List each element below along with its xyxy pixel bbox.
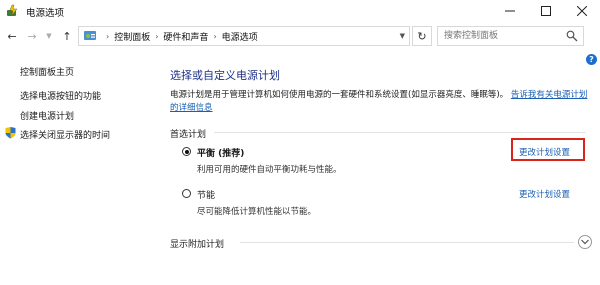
page-title: 选择或自定义电源计划	[170, 69, 280, 82]
breadcrumb-separator: ›	[106, 31, 110, 41]
breadcrumb-power-options[interactable]: 电源选项	[222, 30, 258, 43]
title-bar: 电源选项	[0, 0, 600, 22]
chevron-down-icon: ▼	[46, 32, 52, 40]
search-input[interactable]	[438, 27, 558, 45]
preferred-plans-heading: 首选计划	[170, 130, 207, 140]
shield-icon	[5, 127, 16, 139]
plan-name[interactable]: 平衡 (推荐)	[197, 146, 244, 159]
plan-balanced-radio[interactable]	[182, 147, 191, 156]
help-icon[interactable]: ?	[586, 54, 597, 65]
close-icon	[577, 6, 587, 16]
change-plan-settings-link-power-saver[interactable]: 更改计划设置	[519, 188, 570, 200]
breadcrumb-separator: ›	[155, 31, 159, 41]
minimize-icon	[505, 10, 515, 12]
maximize-icon	[541, 6, 551, 16]
up-button[interactable]: ↑	[60, 29, 74, 43]
description-text: 电源计划是用于管理计算机如何使用电源的一套硬件和系统设置(如显示器亮度、睡眠等)…	[170, 90, 509, 100]
window-title: 电源选项	[26, 8, 65, 19]
minimize-button[interactable]	[492, 0, 528, 22]
plan-description: 利用可用的硬件自动平衡功耗与性能。	[197, 165, 342, 175]
breadcrumb-hardware-sound[interactable]: 硬件和声音	[163, 30, 208, 43]
breadcrumb-control-panel[interactable]: 控制面板	[114, 30, 150, 43]
breadcrumb-separator: ›	[213, 31, 217, 41]
chevron-down-icon	[581, 239, 589, 245]
expand-additional-plans-button[interactable]	[578, 235, 592, 249]
navigation-bar: ← → ▼ ↑ › 控制面板 › 硬件和声音 › 电源选项 ▼ ↻	[0, 24, 600, 48]
forward-button[interactable]: →	[25, 29, 39, 43]
back-button[interactable]: ←	[5, 29, 19, 43]
search-box[interactable]	[437, 26, 584, 46]
sidebar-item-display-off[interactable]: 选择关闭显示器的时间	[20, 128, 110, 141]
refresh-button[interactable]: ↻	[412, 26, 432, 46]
plan-name[interactable]: 节能	[197, 188, 215, 201]
search-icon[interactable]	[566, 30, 578, 42]
section-divider	[240, 242, 574, 243]
plan-description: 尽可能降低计算机性能以节能。	[197, 207, 317, 217]
page-description: 电源计划是用于管理计算机如何使用电源的一套硬件和系统设置(如显示器亮度、睡眠等)…	[170, 89, 590, 115]
arrow-left-icon: ←	[7, 29, 17, 43]
section-divider	[214, 132, 586, 133]
address-dropdown-icon[interactable]: ▼	[400, 32, 405, 40]
additional-plans-heading[interactable]: 显示附加计划	[170, 237, 224, 250]
sidebar-item-home[interactable]: 控制面板主页	[20, 65, 74, 78]
sidebar-item-power-button[interactable]: 选择电源按钮的功能	[20, 89, 101, 102]
maximize-button[interactable]	[528, 0, 564, 22]
recent-locations-button[interactable]: ▼	[42, 29, 56, 43]
refresh-icon: ↻	[417, 29, 427, 43]
arrow-right-icon: →	[27, 29, 37, 43]
highlight-annotation	[511, 138, 585, 161]
close-button[interactable]	[564, 0, 600, 22]
power-options-icon	[7, 4, 18, 16]
arrow-up-icon: ↑	[62, 29, 72, 43]
control-panel-icon	[84, 31, 96, 40]
address-bar[interactable]: › 控制面板 › 硬件和声音 › 电源选项 ▼	[78, 26, 410, 46]
sidebar-item-create-plan[interactable]: 创建电源计划	[20, 109, 74, 122]
plan-power-saver-radio[interactable]	[182, 189, 191, 198]
